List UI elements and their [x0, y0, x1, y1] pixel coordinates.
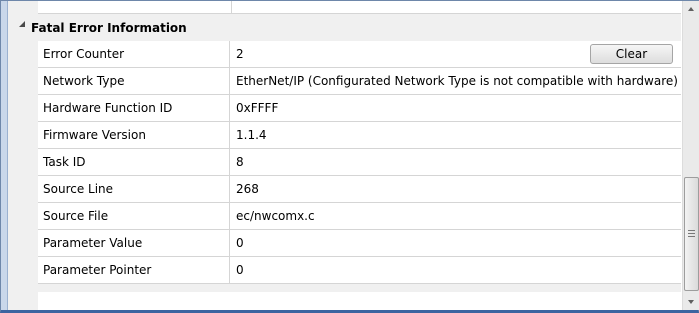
property-name: Source Line: [38, 176, 230, 202]
property-name: Hardware Function ID: [38, 95, 230, 121]
scroll-up-arrow-icon[interactable]: [683, 1, 699, 17]
property-name: Source File: [38, 203, 230, 229]
property-row-firmware-version[interactable]: Firmware Version 1.1.4: [38, 122, 681, 149]
category-title: Fatal Error Information: [31, 21, 187, 35]
property-value: EtherNet/IP (Configurated Network Type i…: [236, 74, 678, 88]
clear-button[interactable]: Clear: [590, 44, 673, 64]
property-value: ec/nwcomx.c: [236, 209, 315, 223]
scroll-down-arrow-icon[interactable]: [683, 294, 699, 310]
property-value: 2 Clear: [231, 41, 681, 67]
property-grid: Fatal Error Information Error Counter 2 …: [8, 1, 681, 310]
grip-icon: [688, 230, 695, 237]
property-row-task-id[interactable]: Task ID 8: [38, 149, 681, 176]
grid-empty-area: [38, 292, 681, 310]
vertical-scrollbar[interactable]: [682, 1, 699, 310]
property-row-hardware-function-id[interactable]: Hardware Function ID 0xFFFF: [38, 95, 681, 122]
property-value: 268: [236, 182, 259, 196]
property-row-error-counter[interactable]: Error Counter 2 Clear: [38, 41, 681, 68]
property-row-source-line[interactable]: Source Line 268: [38, 176, 681, 203]
category-header-fatal-error[interactable]: Fatal Error Information: [8, 14, 681, 41]
property-value: 0: [236, 236, 244, 250]
property-name: Parameter Value: [38, 230, 230, 256]
property-grid-window: Fatal Error Information Error Counter 2 …: [0, 0, 699, 313]
column-divider: [231, 1, 232, 13]
property-name: Parameter Pointer: [38, 257, 230, 283]
property-row-source-file[interactable]: Source File ec/nwcomx.c: [38, 203, 681, 230]
property-row-parameter-value[interactable]: Parameter Value 0: [38, 230, 681, 257]
property-value-text: 2: [236, 47, 244, 61]
triangle-expanded-icon[interactable]: [19, 21, 25, 27]
property-row-network-type[interactable]: Network Type EtherNet/IP (Configurated N…: [38, 68, 681, 95]
property-value: 0: [236, 263, 244, 277]
property-rows: Error Counter 2 Clear Network Type Ether…: [38, 41, 681, 284]
previous-row-partial: [38, 1, 681, 14]
property-value: 8: [236, 155, 244, 169]
scrollbar-thumb[interactable]: [684, 177, 699, 291]
property-name: Network Type: [38, 68, 230, 94]
property-name: Error Counter: [38, 41, 230, 67]
property-name: Task ID: [38, 149, 230, 175]
property-value: 0xFFFF: [236, 101, 279, 115]
left-border-strip: [1, 1, 8, 310]
property-value: 1.1.4: [236, 128, 267, 142]
property-row-parameter-pointer[interactable]: Parameter Pointer 0: [38, 257, 681, 284]
property-name: Firmware Version: [38, 122, 230, 148]
